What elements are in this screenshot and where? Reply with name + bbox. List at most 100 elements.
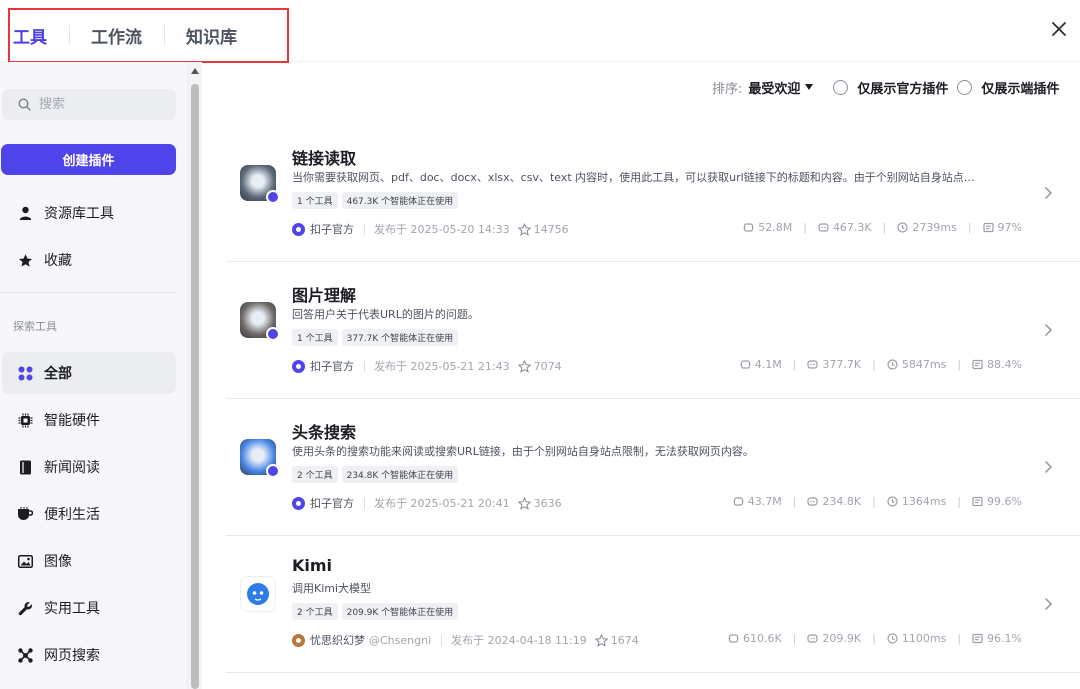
official-badge-icon [266,464,280,478]
tool-count-tag: 2 个工具 [292,603,338,620]
latency-stat: 1364ms [887,495,946,508]
section-title: 探索工具 [13,320,57,333]
create-plugin-button[interactable]: 创建插件 [1,144,176,175]
sidebar-item-smart-hardware[interactable]: 智能硬件 [2,399,176,441]
author-avatar [292,633,305,647]
author-name[interactable]: 扣子官方 [310,495,354,511]
sidebar-item-all[interactable]: 全部 [2,352,176,394]
search-input[interactable] [39,97,159,112]
meta-divider [441,634,443,646]
star-count: 7074 [533,359,562,373]
author-name[interactable]: 忧思织幻梦 [310,632,365,648]
author-name[interactable]: 扣子官方 [310,221,354,237]
sidebar: 创建插件 资源库工具 收藏 探索工具 全部 智能硬件 新闻阅读 便利生活 图像 … [0,62,188,689]
chevron-right-icon[interactable] [1042,323,1054,337]
filter-client-radio[interactable]: 仅展示端插件 [957,78,1059,97]
plugin-tags: 1 个工具 377.7K 个智能体正在使用 [292,329,459,346]
sidebar-item-favorites[interactable]: 收藏 [2,239,176,281]
author-handle: @Chsengni [369,633,432,647]
sidebar-item-image[interactable]: 图像 [2,540,176,582]
author-name[interactable]: 扣子官方 [310,358,354,374]
star-icon[interactable] [517,496,531,510]
plugin-card[interactable]: 链接读取 当你需要获取网页、pdf、doc、docx、xlsx、csv、text… [226,125,1080,262]
person-icon [16,204,34,222]
latency-stat: 2739ms [897,221,957,234]
stat-separator: | [967,221,972,234]
radio-circle[interactable] [957,79,973,95]
stat-separator: | [792,632,797,645]
sidebar-scrollbar[interactable] [188,62,202,689]
sort-label: 排序: [712,81,743,97]
scrollbar-thumb[interactable] [191,84,199,689]
sort-dropdown[interactable]: 最受欢迎 [748,78,814,97]
usage-tag: 234.8K 个智能体正在使用 [341,466,459,483]
tab-knowledge[interactable]: 知识库 [164,23,259,48]
star-count: 14756 [533,222,569,236]
sidebar-item-utilities[interactable]: 实用工具 [2,587,176,629]
bot-icon [818,223,829,232]
message-icon [972,359,983,370]
bots-stat: 234.8K [807,495,861,508]
sidebar-item-web-search[interactable]: 网页搜索 [2,634,176,676]
plugin-card[interactable]: 头条搜索 使用头条的搜索功能来阅读或搜索URL链接，由于个别网站自身站点限制，无… [226,399,1080,536]
tab-workflow[interactable]: 工作流 [69,23,164,48]
sidebar-divider [0,292,176,293]
chevron-right-icon[interactable] [1042,460,1054,474]
tool-count-tag: 1 个工具 [292,329,338,346]
star-icon[interactable] [594,633,608,647]
plugin-meta: 忧思织幻梦 @Chsengni 发布于 2024-04-18 11:19 167… [292,632,639,648]
plugin-card[interactable]: Kimi 调用Kimi大模型 2 个工具 209.9K 个智能体正在使用 忧思织… [226,536,1080,673]
success-stat: 96.1% [972,632,1022,645]
sidebar-item-label: 全部 [44,366,72,382]
chevron-right-icon[interactable] [1042,597,1054,611]
bots-stat: 377.7K [807,358,861,371]
stat-separator: | [957,632,962,645]
sidebar-item-life[interactable]: 便利生活 [2,493,176,535]
clock-icon [897,222,908,233]
tab-tools[interactable]: 工具 [10,23,69,48]
official-badge-icon [266,190,280,204]
official-badge-icon [266,327,280,341]
success-stat: 88.4% [972,358,1022,371]
plugin-description: 调用Kimi大模型 [292,582,372,595]
calls-stat: 43.7M [733,495,782,508]
message-icon [972,496,983,507]
bot-icon [807,497,819,506]
sidebar-item-label: 网页搜索 [44,648,100,664]
author-avatar [292,222,305,236]
stat-separator: | [872,632,876,645]
sidebar-item-news[interactable]: 新闻阅读 [2,446,176,488]
stat-separator: | [872,495,876,508]
close-icon[interactable] [1046,16,1072,42]
plugin-description: 回答用户关于代表URL的图片的问题。 [292,308,479,321]
latency-stat: 1100ms [887,632,946,645]
caret-down-icon [805,84,814,90]
radio-circle[interactable] [833,79,849,95]
network-icon [16,646,34,664]
sidebar-item-label: 资源库工具 [44,206,114,222]
plugin-card[interactable]: 图片理解 回答用户关于代表URL的图片的问题。 1 个工具 377.7K 个智能… [226,262,1080,399]
plugin-meta: 扣子官方 发布于 2025-05-21 20:41 3636 [292,495,562,511]
sidebar-item-library-tools[interactable]: 资源库工具 [2,192,176,234]
calls-stat: 52.8M [743,221,792,234]
publish-date: 发布于 2025-05-20 14:33 [374,223,510,236]
star-icon[interactable] [517,359,531,373]
meta-divider [364,223,365,235]
plugin-name: Kimi [292,556,333,575]
filter-official-radio[interactable]: 仅展示官方插件 [833,78,948,97]
search-box[interactable] [2,89,176,120]
plugin-description: 当你需要获取网页、pdf、doc、docx、xlsx、csv、text 内容时，… [292,171,975,184]
author-avatar [292,359,305,373]
sidebar-item-label: 实用工具 [44,601,100,617]
chevron-right-icon[interactable] [1042,186,1054,200]
cup-icon [16,505,34,523]
star-icon[interactable] [517,222,531,236]
bots-stat: 467.3K [818,221,872,234]
stat-separator: | [882,221,887,234]
scroll-up-arrow-icon[interactable] [191,68,199,74]
filter-official-label: 仅展示官方插件 [857,81,949,97]
calls-icon [740,360,751,369]
plugin-icon [240,576,276,612]
plugin-name: 链接读取 [292,149,357,168]
star-icon [16,251,34,269]
